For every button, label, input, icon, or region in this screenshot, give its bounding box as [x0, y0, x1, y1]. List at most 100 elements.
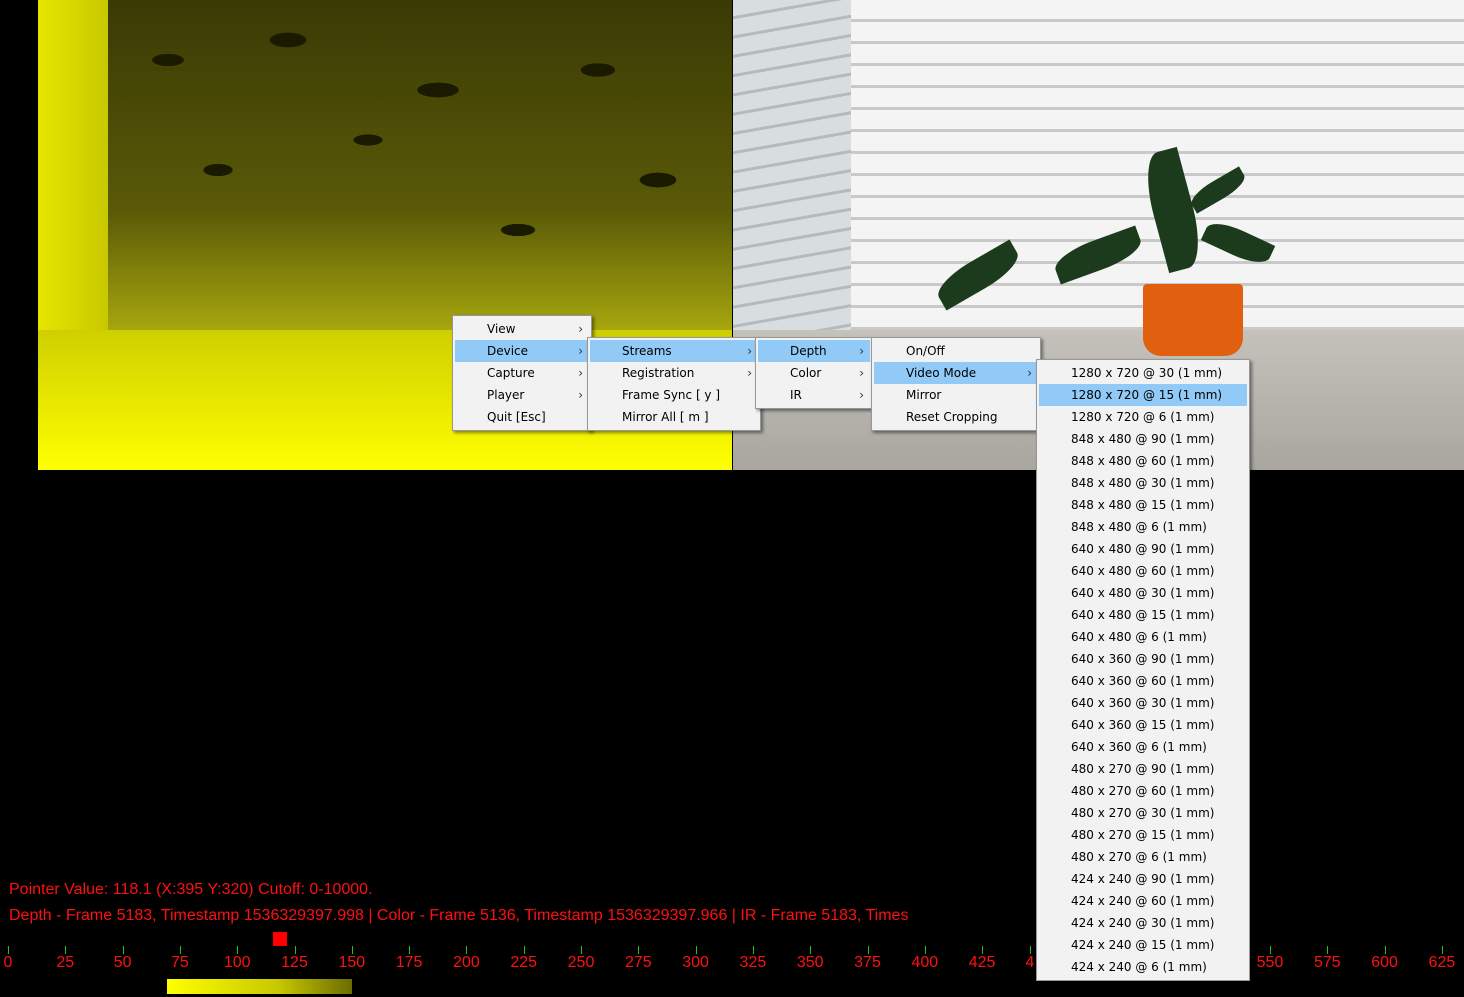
menu-item-video-mode[interactable]: 640 x 480 @ 30 (1 mm): [1039, 582, 1247, 604]
ruler-tick: [294, 946, 296, 954]
menu-item-label: 480 x 270 @ 90 (1 mm): [1071, 762, 1215, 776]
menu-item-label: 848 x 480 @ 60 (1 mm): [1071, 454, 1215, 468]
menu-item-label: 480 x 270 @ 15 (1 mm): [1071, 828, 1215, 842]
menu-item-label: On/Off: [906, 344, 945, 358]
ruler-tick-label: 300: [682, 954, 709, 971]
menu-item-device[interactable]: Streams ›: [590, 340, 758, 362]
menu-item-label: 640 x 360 @ 60 (1 mm): [1071, 674, 1215, 688]
plant-pot: [1143, 284, 1243, 356]
menu-item-video-mode[interactable]: 480 x 270 @ 15 (1 mm): [1039, 824, 1247, 846]
menu-item-label: 424 x 240 @ 6 (1 mm): [1071, 960, 1207, 974]
menu-item-video-mode[interactable]: 848 x 480 @ 15 (1 mm): [1039, 494, 1247, 516]
menu-item-video-mode[interactable]: 640 x 480 @ 15 (1 mm): [1039, 604, 1247, 626]
ruler-tick: [695, 946, 697, 954]
menu-item-depth[interactable]: Video Mode ›: [874, 362, 1038, 384]
chevron-right-icon: ›: [578, 322, 583, 336]
menu-item-label: Mirror All [ m ]: [622, 410, 709, 424]
ruler-tick-label: 125: [281, 954, 308, 971]
menu-item-device[interactable]: Registration ›: [590, 362, 758, 384]
plant-leaf: [1050, 225, 1146, 285]
ruler-tick: [638, 946, 640, 954]
menu-item-video-mode[interactable]: 424 x 240 @ 90 (1 mm): [1039, 868, 1247, 890]
menu-item-video-mode[interactable]: 424 x 240 @ 60 (1 mm): [1039, 890, 1247, 912]
menu-item-video-mode[interactable]: 640 x 480 @ 90 (1 mm): [1039, 538, 1247, 560]
chevron-right-icon: ›: [578, 366, 583, 380]
menu-item-depth[interactable]: On/Off: [874, 340, 1038, 362]
menu-item-streams[interactable]: IR ›: [758, 384, 870, 406]
menu-item-label: Quit [Esc]: [487, 410, 546, 424]
menu-item-main[interactable]: View ›: [455, 318, 589, 340]
streams-submenu: Depth › Color › IR ›: [755, 337, 873, 409]
ruler-tick-label: 200: [453, 954, 480, 971]
menu-item-video-mode[interactable]: 640 x 360 @ 30 (1 mm): [1039, 692, 1247, 714]
ruler-tick-label: 25: [56, 954, 75, 971]
menu-item-video-mode[interactable]: 424 x 240 @ 6 (1 mm): [1039, 956, 1247, 978]
menu-item-label: Reset Cropping: [906, 410, 998, 424]
menu-item-video-mode[interactable]: 848 x 480 @ 60 (1 mm): [1039, 450, 1247, 472]
menu-item-label: 640 x 360 @ 6 (1 mm): [1071, 740, 1207, 754]
menu-item-video-mode[interactable]: 1280 x 720 @ 30 (1 mm): [1039, 362, 1247, 384]
menu-item-video-mode[interactable]: 848 x 480 @ 6 (1 mm): [1039, 516, 1247, 538]
menu-item-label: Video Mode: [906, 366, 977, 380]
menu-item-video-mode[interactable]: 848 x 480 @ 30 (1 mm): [1039, 472, 1247, 494]
chevron-right-icon: ›: [578, 388, 583, 402]
ruler-tick-label: 350: [796, 954, 824, 971]
ruler-tick-label: 0: [3, 954, 13, 971]
frames-status: Depth - Frame 5183, Timestamp 1536329397…: [9, 907, 909, 924]
menu-item-label: 848 x 480 @ 15 (1 mm): [1071, 498, 1215, 512]
menu-item-video-mode[interactable]: 640 x 360 @ 6 (1 mm): [1039, 736, 1247, 758]
color-image-side-wall: [733, 0, 851, 340]
menu-item-video-mode[interactable]: 640 x 360 @ 15 (1 mm): [1039, 714, 1247, 736]
device-submenu: Streams › Registration › Frame Sync [ y ] Mir…: [587, 337, 761, 431]
chevron-right-icon: ›: [859, 344, 864, 358]
menu-item-label: 640 x 360 @ 90 (1 mm): [1071, 652, 1215, 666]
menu-item-video-mode[interactable]: 640 x 480 @ 60 (1 mm): [1039, 560, 1247, 582]
menu-item-label: Streams: [622, 344, 672, 358]
menu-item-video-mode[interactable]: 424 x 240 @ 30 (1 mm): [1039, 912, 1247, 934]
menu-item-label: 848 x 480 @ 90 (1 mm): [1071, 432, 1215, 446]
menu-item-video-mode[interactable]: 640 x 360 @ 90 (1 mm): [1039, 648, 1247, 670]
menu-item-video-mode[interactable]: 640 x 360 @ 60 (1 mm): [1039, 670, 1247, 692]
menu-item-streams[interactable]: Color ›: [758, 362, 870, 384]
ruler-tick: [1270, 946, 1271, 954]
menu-item-device[interactable]: Frame Sync [ y ]: [590, 384, 758, 406]
menu-item-video-mode[interactable]: 1280 x 720 @ 6 (1 mm): [1039, 406, 1247, 428]
ruler-tick-label: 150: [338, 954, 366, 971]
menu-item-video-mode[interactable]: 1280 x 720 @ 15 (1 mm): [1039, 384, 1247, 406]
menu-item-video-mode[interactable]: 640 x 480 @ 6 (1 mm): [1039, 626, 1247, 648]
context-menu-main: View › Device › Capture › Player › Quit [Esc]: [452, 315, 592, 431]
menu-item-video-mode[interactable]: 480 x 270 @ 6 (1 mm): [1039, 846, 1247, 868]
menu-item-main[interactable]: Capture ›: [455, 362, 589, 384]
menu-item-label: 640 x 480 @ 60 (1 mm): [1071, 564, 1215, 578]
ruler-tick-label: 100: [223, 954, 251, 971]
menu-item-label: 424 x 240 @ 15 (1 mm): [1071, 938, 1215, 952]
menu-item-main[interactable]: Player ›: [455, 384, 589, 406]
menu-item-depth[interactable]: Reset Cropping: [874, 406, 1038, 428]
menu-item-main[interactable]: Quit [Esc]: [455, 406, 589, 428]
menu-item-video-mode[interactable]: 480 x 270 @ 60 (1 mm): [1039, 780, 1247, 802]
menu-item-label: 640 x 480 @ 90 (1 mm): [1071, 542, 1215, 556]
menu-item-label: 424 x 240 @ 90 (1 mm): [1071, 872, 1215, 886]
depth-submenu: On/Off Video Mode › Mirror Reset Cropping: [871, 337, 1041, 431]
menu-item-label: 640 x 480 @ 30 (1 mm): [1071, 586, 1215, 600]
menu-item-video-mode[interactable]: 848 x 480 @ 90 (1 mm): [1039, 428, 1247, 450]
menu-item-main[interactable]: Device ›: [455, 340, 589, 362]
menu-item-label: 848 x 480 @ 6 (1 mm): [1071, 520, 1207, 534]
menu-item-video-mode[interactable]: 480 x 270 @ 90 (1 mm): [1039, 758, 1247, 780]
plant-leaf: [931, 239, 1025, 311]
ruler-tick: [752, 946, 754, 954]
ruler-tick: [65, 946, 67, 954]
menu-item-depth[interactable]: Mirror: [874, 384, 1038, 406]
menu-item-label: IR: [790, 388, 802, 402]
menu-item-video-mode[interactable]: 424 x 240 @ 15 (1 mm): [1039, 934, 1247, 956]
menu-item-label: 480 x 270 @ 6 (1 mm): [1071, 850, 1207, 864]
ruler-tick: [1441, 946, 1443, 954]
menu-item-device[interactable]: Mirror All [ m ]: [590, 406, 758, 428]
menu-item-label: Depth: [790, 344, 827, 358]
menu-item-streams[interactable]: Depth ›: [758, 340, 870, 362]
menu-item-label: 480 x 270 @ 60 (1 mm): [1071, 784, 1215, 798]
ruler-tick: [581, 946, 582, 954]
menu-item-label: 480 x 270 @ 30 (1 mm): [1071, 806, 1215, 820]
menu-item-video-mode[interactable]: 480 x 270 @ 30 (1 mm): [1039, 802, 1247, 824]
menu-item-label: Capture: [487, 366, 535, 380]
